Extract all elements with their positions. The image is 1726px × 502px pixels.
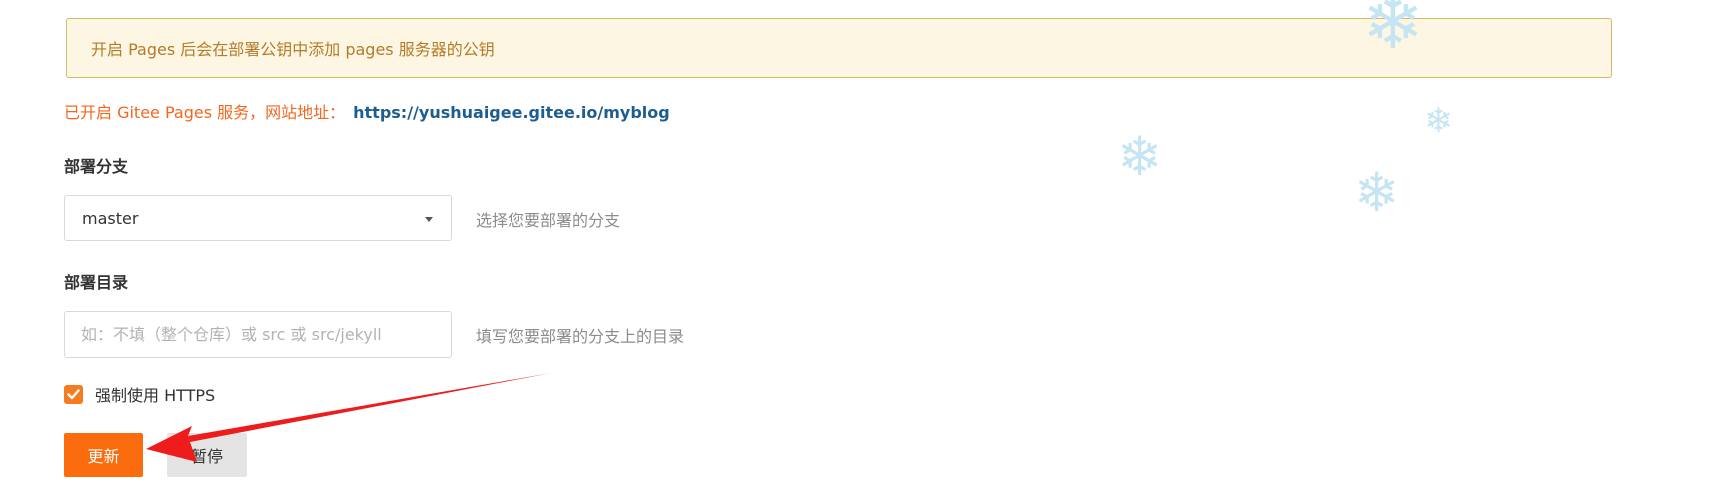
directory-hint: 填写您要部署的分支上的目录 [476, 327, 685, 346]
directory-input[interactable] [64, 311, 452, 358]
chevron-down-icon [425, 217, 433, 222]
notice-text: 开启 Pages 后会在部署公钥中添加 pages 服务器的公钥 [91, 40, 495, 59]
branch-hint: 选择您要部署的分支 [476, 211, 621, 230]
site-url-link[interactable]: https://yushuaigee.gitee.io/myblog [353, 103, 670, 122]
branch-select[interactable]: master [64, 195, 452, 241]
status-text: 已开启 Gitee Pages 服务，网站地址： [64, 103, 346, 122]
branch-selected-value: master [82, 208, 139, 228]
snowflake-icon: ❄ [1424, 101, 1453, 141]
https-option[interactable]: 强制使用 HTTPS [64, 382, 215, 406]
snowflake-icon: ❄ [1354, 161, 1400, 224]
pages-status: 已开启 Gitee Pages 服务，网站地址： https://yushuaig… [64, 99, 670, 123]
snowflake-icon: ❄ [1117, 125, 1163, 188]
branch-label: 部署分支 [64, 157, 129, 176]
https-label: 强制使用 HTTPS [95, 386, 216, 405]
https-checkbox[interactable] [64, 384, 83, 404]
pause-button[interactable]: 暂停 [167, 433, 247, 477]
check-icon [67, 388, 80, 399]
update-button[interactable]: 更新 [64, 433, 143, 477]
snowflake-icon: ❄ [1362, 0, 1425, 66]
gitee-pages-settings: 开启 Pages 后会在部署公钥中添加 pages 服务器的公钥 已开启 Git… [0, 0, 1726, 502]
directory-label: 部署目录 [64, 273, 129, 292]
